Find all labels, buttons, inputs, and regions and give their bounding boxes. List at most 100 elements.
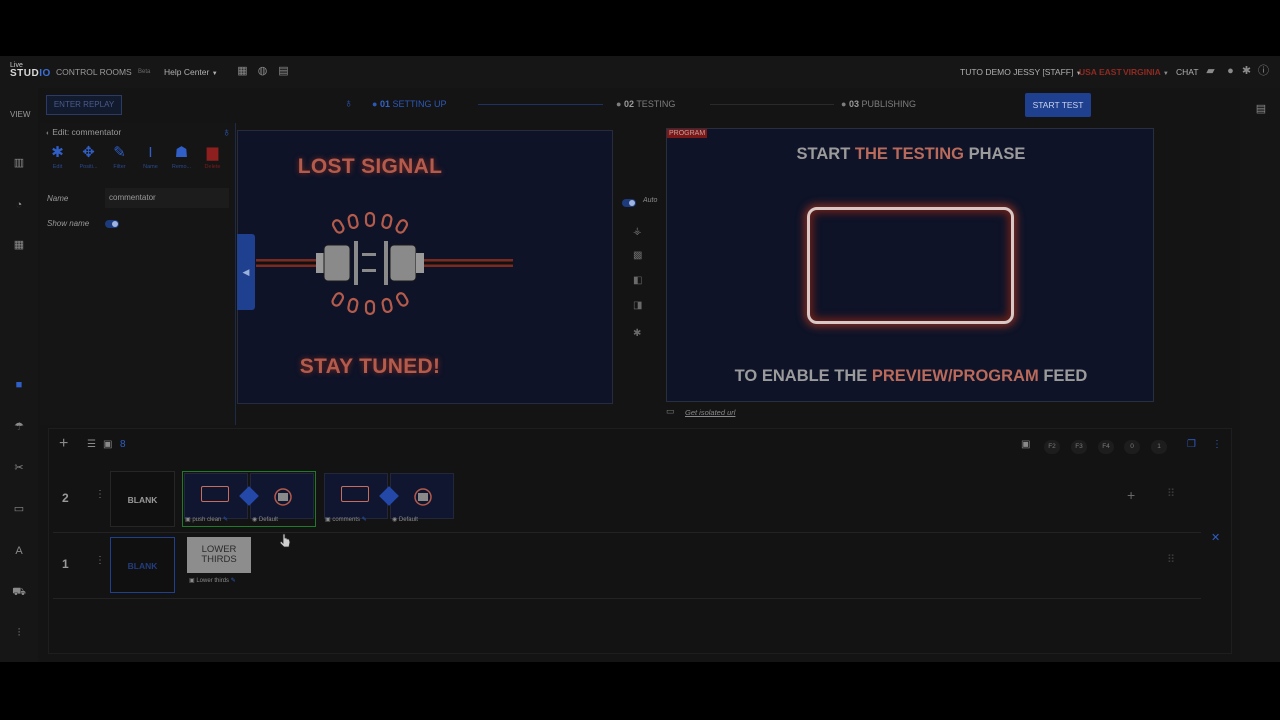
name-input[interactable]: commentator (105, 188, 229, 208)
drag-handle-icon[interactable]: ⠿ (1167, 553, 1175, 566)
preview-monitor[interactable]: LOST SIGNAL STAY TUNED! (237, 130, 613, 404)
hotkey-f2[interactable]: F2 (1044, 440, 1060, 454)
broadcast-icon[interactable]: ☂ (12, 420, 26, 434)
row-menu-icon[interactable]: ⋮ (95, 555, 105, 566)
blank-scene[interactable]: BLANK (110, 471, 175, 527)
blank-scene-selected[interactable]: BLANK (110, 537, 175, 593)
add-icon[interactable]: + (59, 435, 68, 453)
plug-mini-icon (274, 488, 292, 506)
scene-label-text: comments (332, 517, 361, 523)
stay-tuned-text: STAY TUNED! (299, 355, 441, 378)
chat-bubble-icon[interactable]: ▰ (1204, 65, 1217, 78)
transition-settings-gear-icon[interactable]: ✱ (633, 328, 641, 339)
scene-thumb-right (390, 473, 454, 519)
lost-signal-text: LOST SIGNAL (297, 155, 443, 178)
name-label: Name (47, 194, 69, 203)
wipe-icon[interactable]: ◧ (633, 275, 642, 286)
dashboard-icon[interactable]: ▦ (12, 238, 26, 252)
video-camera-icon[interactable]: ■ (12, 378, 26, 392)
step-testing[interactable]: ● 02 TESTING (616, 99, 675, 109)
hotkey-f4[interactable]: F4 (1098, 440, 1114, 454)
region-menu[interactable]: VIRGINIA ▼ (1123, 67, 1169, 77)
right-rail: ▤ (1240, 88, 1280, 662)
pencil-icon[interactable]: ✎ (231, 578, 236, 584)
program-monitor[interactable]: PROGRAM START THE TESTING PHASE TO ENABL… (666, 128, 1154, 402)
edit-tool-button[interactable]: ✱ Edit (42, 143, 73, 175)
app-logo[interactable]: Live STUDIO (10, 62, 50, 79)
filter-tool-button[interactable]: ✎ Filter (104, 143, 135, 175)
edit-panel: Edit: commentator ♁ ✱ Edit ✥ Positi... ✎ Fi… (40, 123, 236, 425)
hotkey-1[interactable]: 1 (1151, 440, 1167, 454)
info-icon[interactable]: ⓘ (1257, 65, 1270, 78)
rundown-panel: + ☰ ▣ 8 ▣ F2 F3 F4 0 1 ❐ ⋮ ✕ 2 ⋮ BLANK ▣… (48, 428, 1232, 654)
hotkey-0[interactable]: 0 (1124, 440, 1140, 454)
hotkey-f3[interactable]: F3 (1071, 440, 1087, 454)
list-icon[interactable]: ☰ (87, 439, 96, 450)
fade-icon[interactable]: ▩ (633, 250, 642, 261)
scene-pair-live[interactable]: ▣ push clean ✎ ◉ Default (182, 471, 316, 527)
beta-tag: Beta (138, 69, 151, 75)
scissors-icon[interactable]: ✂ (12, 461, 26, 475)
remote-tool-button[interactable]: ☗ Remo... (166, 143, 197, 175)
scene-pair[interactable]: ▣ comments ✎ ◉ Default (322, 471, 456, 527)
pencil-icon[interactable]: ✎ (223, 517, 228, 523)
lock-icon[interactable]: ▣ (103, 439, 112, 450)
enter-replay-button[interactable]: ENTER REPLAY (46, 95, 122, 115)
transition-icon[interactable]: ⚶ (633, 226, 642, 237)
add-scene-icon[interactable]: + (1127, 487, 1135, 503)
account-menu[interactable]: TUTO DEMO JESSY [STAFF] ▼ (960, 67, 1082, 77)
lightbulb-icon[interactable]: ♁ (344, 96, 353, 110)
get-isolated-url-link[interactable]: Get isolated url (685, 408, 735, 417)
control-rooms-link[interactable]: CONTROL ROOMS (56, 67, 132, 77)
drag-handle-icon[interactable]: ⠿ (1167, 487, 1175, 500)
stats-icon[interactable]: ▥ (12, 156, 26, 170)
name-tool-button[interactable]: I Name (135, 143, 166, 175)
lower-thirds-thumb[interactable]: LOWER THIRDS (187, 537, 251, 573)
unplugged-cable-icon (256, 211, 513, 316)
show-name-toggle[interactable] (105, 220, 119, 228)
help-center-menu[interactable]: Help Center ▼ (164, 67, 218, 77)
comment-icon[interactable]: ▣ (1021, 439, 1030, 450)
close-icon[interactable]: ✕ (1211, 531, 1220, 544)
panel-toggle-icon[interactable]: ▤ (1254, 102, 1268, 116)
lightbulb-icon[interactable]: ♁ (222, 125, 231, 139)
view-label[interactable]: VIEW (10, 110, 30, 119)
chat-link[interactable]: CHAT (1176, 67, 1199, 77)
step-3-label: PUBLISHING (861, 99, 916, 109)
monitor-icon: ▭ (666, 406, 675, 416)
step-dot-icon: ● (616, 99, 622, 109)
logo-line2: STUDIO (10, 68, 50, 79)
row-menu-icon[interactable]: ⋮ (95, 489, 105, 500)
sliders-icon[interactable]: ⫶ (12, 626, 26, 640)
comment-icon[interactable]: ▭ (12, 502, 26, 516)
position-tool-button[interactable]: ✥ Positi... (73, 143, 104, 175)
globe-icon[interactable]: ◍ (256, 65, 269, 78)
calendar-icon[interactable]: ▦ (236, 65, 249, 78)
gear-icon[interactable]: ✱ (1240, 65, 1253, 78)
link-icon[interactable]: 8 (120, 439, 126, 450)
pencil-icon[interactable]: ✎ (362, 517, 367, 523)
scene-thumb-right (250, 473, 314, 519)
speedometer-icon[interactable]: ◔ (12, 198, 26, 212)
more-vertical-icon[interactable]: ⋮ (1212, 439, 1222, 450)
swap-icon[interactable]: ◨ (633, 300, 642, 311)
rundown-toolbar: + ☰ ▣ 8 ▣ F2 F3 F4 0 1 ❐ ⋮ (49, 429, 1233, 463)
step-setting-up[interactable]: ● 01 SETTING UP (372, 99, 447, 109)
program-subline-a: TO ENABLE THE (734, 367, 868, 385)
layout-grid-icon[interactable]: ▤ (277, 65, 290, 78)
step-connector-1 (478, 104, 603, 105)
step-publishing[interactable]: ● 03 PUBLISHING (841, 99, 916, 109)
user-icon[interactable]: ● (1224, 65, 1237, 78)
collapse-panel-handle[interactable]: ◀ (237, 234, 255, 310)
scene-label: ▣ push clean ✎ (185, 517, 229, 523)
preset-label-text: Default (398, 517, 418, 523)
logo-line2a: STUD (10, 68, 40, 79)
start-test-button[interactable]: START TEST (1025, 93, 1091, 117)
region-label[interactable]: USA EAST (1079, 67, 1122, 77)
auto-toggle[interactable] (622, 199, 636, 207)
preset-label-text: Default (258, 517, 278, 523)
truck-icon[interactable]: ⛟ (12, 585, 26, 599)
delete-tool-button[interactable]: ▆ Delete (197, 143, 228, 175)
copy-icon[interactable]: ❐ (1187, 439, 1196, 450)
text-overlay-icon[interactable]: A (12, 544, 26, 558)
